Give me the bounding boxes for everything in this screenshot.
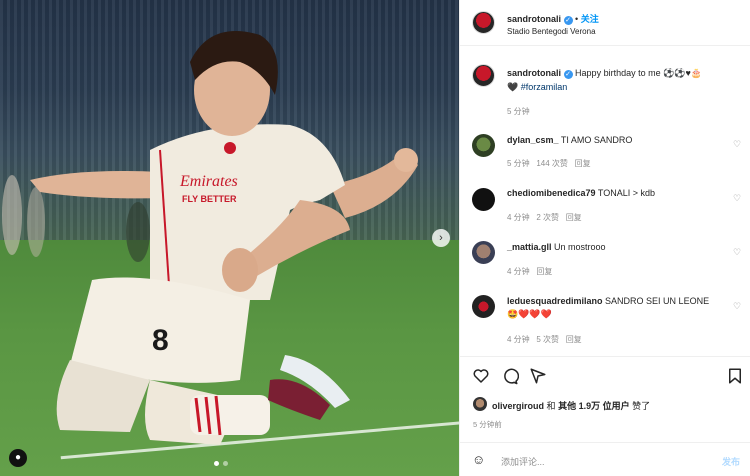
comment-username[interactable]: leduesquadredimilano <box>507 296 603 306</box>
caption-username[interactable]: sandrotonali <box>507 68 561 78</box>
user-tag-button[interactable]: ● <box>9 449 27 467</box>
post-comment-button[interactable]: 发布 <box>722 455 740 468</box>
heart-icon[interactable]: ♡ <box>732 247 742 257</box>
liker-username[interactable]: olivergiroud <box>492 401 544 411</box>
reply-button[interactable]: 回复 <box>566 335 582 344</box>
location-link[interactable]: Stadio Bentegodi Verona <box>507 27 596 36</box>
likes-summary: olivergiroud 和 其他 1.9万 位用户 赞了 <box>492 399 650 412</box>
comment-username[interactable]: _mattia.gll <box>507 242 552 252</box>
comment-username[interactable]: dylan_csm_ <box>507 135 559 145</box>
bookmark-icon[interactable] <box>726 367 744 385</box>
caption-line2: 🖤 #forzamilan <box>507 82 567 93</box>
comment-text: TI AMO SANDRO <box>560 135 633 145</box>
comment-meta: 4 分钟 5 次赞 回复 <box>507 334 582 345</box>
comment-likes[interactable]: 2 次赞 <box>536 213 559 222</box>
reply-button[interactable]: 回复 <box>566 213 582 222</box>
like-heart-icon[interactable] <box>472 367 490 385</box>
comment-meta: 4 分钟 回复 <box>507 266 552 277</box>
comment-time: 4 分钟 <box>507 267 530 276</box>
comment-likes[interactable]: 144 次赞 <box>536 159 568 168</box>
comment-text: SANDRO SEI UN LEONE <box>605 296 710 306</box>
follow-button[interactable]: 关注 <box>581 14 599 24</box>
commenter-avatar[interactable] <box>472 295 495 318</box>
likes-count-link[interactable]: 其他 1.9万 位用户 <box>558 401 630 411</box>
post-header: sandrotonali ✓ • 关注 Stadio Bentegodi Ver… <box>460 0 750 46</box>
author-avatar[interactable] <box>472 11 495 34</box>
caption-line1: sandrotonali ✓ Happy birthday to me ⚽⚽♥🎂 <box>507 68 702 79</box>
author-username[interactable]: sandrotonali <box>507 14 561 24</box>
likes-liked-text: 赞了 <box>632 401 651 411</box>
comment-body: dylan_csm_ TI AMO SANDRO <box>507 135 632 145</box>
author-line: sandrotonali ✓ • 关注 <box>507 14 599 25</box>
comment-username[interactable]: chediomibenedica79 <box>507 188 596 198</box>
heart-icon[interactable]: ♡ <box>732 193 742 203</box>
caption-time: 5 分钟 <box>507 107 530 116</box>
comment-likes[interactable]: 5 次赞 <box>536 335 559 344</box>
comment-time: 4 分钟 <box>507 335 530 344</box>
reply-button[interactable]: 回复 <box>575 159 591 168</box>
comment-input[interactable]: 添加评论... <box>501 455 545 468</box>
likes-and-text: 和 <box>546 401 556 411</box>
player-figure: 8 Emirates FLY BETTER <box>2 31 418 445</box>
heart-icon[interactable]: ♡ <box>732 301 742 311</box>
commenter-avatar[interactable] <box>472 188 495 211</box>
comment-time: 4 分钟 <box>507 213 530 222</box>
share-send-icon[interactable] <box>529 367 547 385</box>
commenter-avatar[interactable] <box>472 134 495 157</box>
post-sidebar: sandrotonali ✓ • 关注 Stadio Bentegodi Ver… <box>459 0 750 476</box>
carousel-dot <box>214 461 219 466</box>
carousel-dot <box>223 461 228 466</box>
caption-text: Happy birthday to me ⚽⚽♥🎂 <box>575 68 703 78</box>
liker-avatar[interactable] <box>473 397 487 411</box>
emoji-icon[interactable]: ☺ <box>472 452 488 468</box>
comment-time: 5 分钟 <box>507 159 530 168</box>
post-photo[interactable]: 8 Emirates FLY BETTER › ● <box>0 0 459 476</box>
comment-body: chediomibenedica79 TONALI > kdb <box>507 188 655 198</box>
comment-text: TONALI > kdb <box>597 188 656 198</box>
comment-text: Un mostrooo <box>554 242 606 252</box>
hashtag-link[interactable]: #forzamilan <box>521 82 568 92</box>
commenter-avatar[interactable] <box>472 241 495 264</box>
comment-emoji: 🤩❤️❤️❤️ <box>507 309 552 319</box>
comment-bubble-icon[interactable] <box>501 367 519 385</box>
verified-icon: ✓ <box>563 70 573 79</box>
heart-icon[interactable]: ♡ <box>732 139 742 149</box>
comment-meta: 4 分钟 2 次赞 回复 <box>507 212 582 223</box>
next-photo-button[interactable]: › <box>432 229 450 247</box>
carousel-dots <box>214 461 228 466</box>
post-timestamp: 5 分钟前 <box>473 420 502 429</box>
svg-text:Emirates: Emirates <box>179 173 238 190</box>
comment-meta: 5 分钟 144 次赞 回复 <box>507 158 591 169</box>
svg-text:FLY BETTER: FLY BETTER <box>182 194 237 204</box>
caption-emoji: 🖤 <box>507 82 519 92</box>
caption-avatar[interactable] <box>472 64 495 87</box>
reply-button[interactable]: 回复 <box>536 267 552 276</box>
svg-text:8: 8 <box>152 324 169 357</box>
verified-icon: ✓ <box>563 16 573 25</box>
person-icon: ● <box>14 452 22 463</box>
comment-body: _mattia.gll Un mostrooo <box>507 242 606 252</box>
add-comment-bar: ☺ 添加评论... 发布 <box>460 442 750 476</box>
comment-body: leduesquadredimilano SANDRO SEI UN LEONE <box>507 296 709 306</box>
